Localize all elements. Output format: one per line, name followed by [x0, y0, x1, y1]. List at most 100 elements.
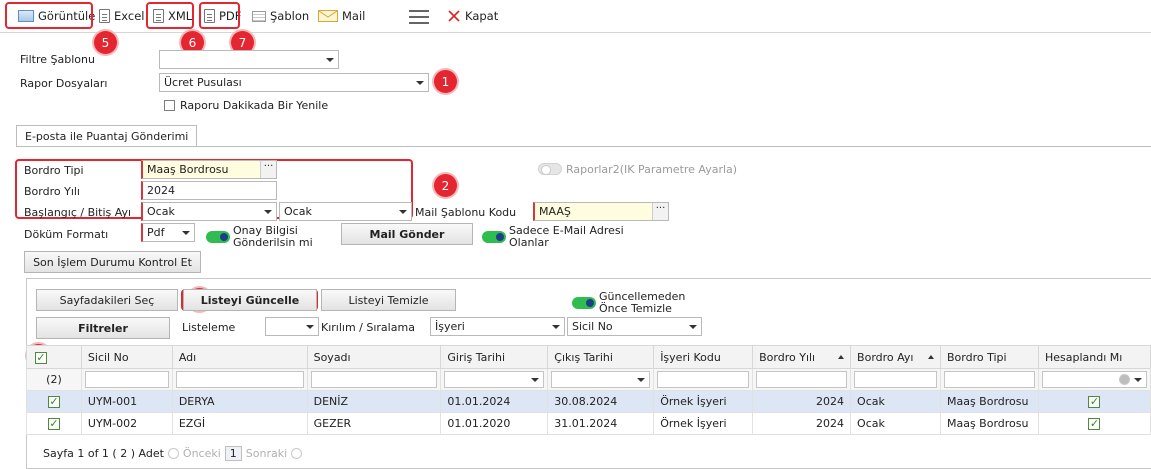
select-all-header[interactable]: ✓: [26, 345, 82, 369]
mail-button[interactable]: Mail: [318, 6, 365, 26]
col-bordro-yili-label: Bordro Yılı: [759, 350, 816, 364]
next-page-button[interactable]: Sonraki: [246, 447, 287, 460]
envelope-flap-icon: [319, 11, 337, 18]
close-icon: [448, 10, 460, 22]
col-soyadi[interactable]: Soyadı: [306, 345, 442, 369]
rapor-dosyalari-label: Rapor Dosyaları: [20, 77, 108, 90]
data-grid: ✓ Sicil No Adı Soyadı Giriş Tarihi Çıkış…: [26, 345, 1151, 435]
page-number[interactable]: 1: [224, 446, 242, 461]
bordro-tipi-value: Maaş Bordrosu: [147, 163, 229, 176]
ellipsis-lookup-icon[interactable]: ···: [260, 161, 276, 178]
prev-page-icon[interactable]: [167, 448, 179, 459]
tab-eposta-puantaj[interactable]: E-posta ile Puantaj Gönderimi: [16, 125, 198, 147]
kapat-button[interactable]: Kapat: [447, 6, 498, 26]
filtreler-button[interactable]: Filtreler: [36, 317, 170, 339]
col-bordro-yili[interactable]: Bordro Yılı: [752, 345, 852, 369]
excel-doc-icon: [99, 9, 110, 23]
col-hesaplandi-mi[interactable]: Hesaplandı Mı: [1037, 345, 1151, 369]
col-isyeri-kodu[interactable]: İşyeri Kodu: [653, 345, 754, 369]
row-checkbox-cell[interactable]: ✓: [26, 390, 82, 413]
table-row[interactable]: ✓ UYM-001 DERYA DENİZ 01.01.2024 30.08.2…: [26, 390, 1151, 413]
sablon-label: Şablon: [270, 9, 310, 23]
filter-giris-tarihi[interactable]: [444, 371, 545, 388]
chevron-down-icon: [399, 210, 407, 214]
col-giris-tarihi[interactable]: Giriş Tarihi: [440, 345, 549, 369]
row-checkbox-icon[interactable]: ✓: [47, 396, 60, 408]
pager: Sayfa 1 of 1 ( 2 ) Adet Önceki 1 Sonraki: [43, 446, 303, 461]
col-bordro-ayi[interactable]: Bordro Ayı: [850, 345, 941, 369]
bordro-yili-label: Bordro Yılı: [24, 185, 80, 198]
bordro-tipi-field[interactable]: Maaş Bordrosu ···: [141, 160, 277, 179]
sayfadakileri-sec-button[interactable]: Sayfadakileri Seç: [36, 289, 178, 311]
sadece-email-toggle[interactable]: [482, 231, 506, 243]
filter-cikis-tarihi[interactable]: [551, 371, 651, 388]
cell-bordro-yili: 2024: [752, 390, 852, 413]
select-all-checkbox-icon[interactable]: ✓: [35, 351, 47, 364]
sort-asc-icon: [927, 355, 934, 359]
bitis-ayi-select[interactable]: Ocak: [279, 202, 412, 221]
grid-count: (2): [26, 368, 82, 391]
sablon-button[interactable]: Şablon: [252, 6, 309, 26]
onay-bilgisi-toggle[interactable]: [206, 231, 230, 243]
son-islem-button[interactable]: Son İşlem Durumu Kontrol Et: [24, 251, 201, 273]
siralama-select[interactable]: Sicil No: [567, 317, 702, 336]
col-sicil-no[interactable]: Sicil No: [80, 345, 173, 369]
pager-info: Sayfa 1 of 1 ( 2 ) Adet: [43, 447, 164, 460]
filter-adi[interactable]: [175, 371, 304, 388]
baslangic-ayi-select[interactable]: Ocak: [141, 202, 277, 221]
cell-bordro-yili: 2024: [752, 412, 852, 435]
listeleme-select[interactable]: [265, 317, 319, 336]
col-bordro-tipi[interactable]: Bordro Tipi: [939, 345, 1039, 369]
cell-bordro-tipi: Maaş Bordrosu: [939, 412, 1039, 435]
chevron-down-icon: [1134, 378, 1142, 382]
clear-filter-icon[interactable]: [1119, 374, 1130, 385]
hesaplandi-check-icon: ✓: [1088, 395, 1101, 408]
grid-filter-row: (2): [26, 368, 1151, 391]
baslangic-ayi-value: Ocak: [147, 205, 175, 218]
chevron-down-icon: [416, 81, 424, 85]
mail-sablonu-value: MAAŞ: [539, 205, 571, 218]
col-cikis-tarihi[interactable]: Çıkış Tarihi: [547, 345, 655, 369]
filter-sicil-no[interactable]: [84, 371, 169, 388]
mail-gonder-button[interactable]: Mail Gönder: [341, 223, 473, 245]
raporlar2-toggle[interactable]: [538, 163, 562, 175]
rapor-dosyalari-select[interactable]: Ücret Pusulası: [159, 73, 429, 92]
template-icon: [252, 10, 266, 22]
chevron-down-icon: [326, 58, 334, 62]
row-checkbox-cell[interactable]: ✓: [26, 412, 82, 435]
prev-page-button[interactable]: Önceki: [183, 447, 221, 460]
mail-sablonu-field[interactable]: MAAŞ ···: [533, 202, 669, 221]
filter-soyadi[interactable]: [310, 371, 438, 388]
dokum-formati-select[interactable]: Pdf: [141, 223, 195, 242]
chevron-down-icon: [552, 325, 560, 329]
listeyi-temizle-button[interactable]: Listeyi Temizle: [321, 289, 456, 311]
baslangic-bitis-label: Başlangıç / Bitiş Ayı: [24, 206, 132, 219]
ellipsis-lookup-icon[interactable]: ···: [652, 203, 668, 220]
chevron-down-icon: [531, 378, 540, 382]
filter-bordro-yili[interactable]: [756, 371, 848, 388]
excel-button[interactable]: Excel: [99, 6, 144, 26]
siralama-value: Sicil No: [572, 320, 613, 333]
filter-bordro-ayi[interactable]: [854, 371, 937, 388]
filter-hesaplandi-mi[interactable]: [1041, 371, 1147, 388]
guncellemeden-toggle[interactable]: [572, 297, 596, 309]
next-page-icon[interactable]: [291, 448, 303, 459]
col-adi[interactable]: Adı: [171, 345, 308, 369]
listeyi-guncelle-button[interactable]: Listeyi Güncelle: [183, 289, 317, 311]
bordro-tipi-label: Bordro Tipi: [24, 164, 84, 177]
filtre-sablonu-label: Filtre Şablonu: [20, 53, 95, 66]
filter-bordro-tipi[interactable]: [943, 371, 1035, 388]
cell-bordro-ayi: Ocak: [850, 390, 941, 413]
dakika-yenile-checkbox[interactable]: [164, 100, 175, 111]
col-bordro-ayi-label: Bordro Ayı: [857, 350, 914, 364]
bordro-yili-field[interactable]: 2024: [141, 181, 277, 200]
listeleme-label: Listeleme: [182, 321, 236, 334]
kirilim-select[interactable]: İşyeri: [430, 317, 565, 336]
row-checkbox-icon[interactable]: ✓: [47, 418, 60, 430]
hamburger-menu-icon[interactable]: [409, 10, 429, 24]
table-row[interactable]: ✓ UYM-002 EZGİ GEZER 01.01.2020 31.01.20…: [26, 412, 1151, 435]
filter-isyeri-kodu[interactable]: [657, 371, 750, 388]
filtre-sablonu-select[interactable]: [159, 50, 339, 69]
badge-1: 1: [434, 70, 457, 93]
badge-5: 5: [94, 31, 117, 54]
